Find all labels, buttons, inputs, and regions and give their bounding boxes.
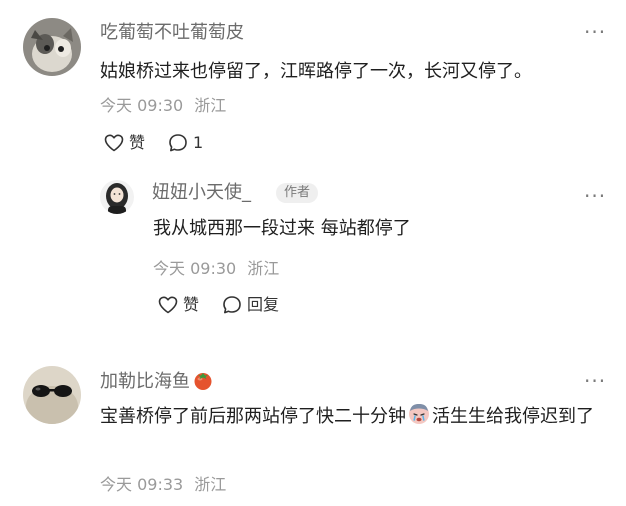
avatar[interactable]: [23, 366, 81, 424]
reply-username[interactable]: 妞妞小天使_: [152, 181, 251, 205]
heart-icon: [158, 296, 178, 314]
reply-meta: 今天 09:30 浙江: [153, 259, 279, 279]
tomato-icon: [194, 373, 212, 390]
comment-username[interactable]: 加勒比海鱼: [100, 369, 214, 394]
like-button[interactable]: 赞: [104, 132, 145, 154]
reply-count: 1: [193, 133, 204, 152]
avatar[interactable]: [100, 180, 134, 214]
username-text: 加勒比海鱼: [100, 371, 190, 392]
comment-time: 今天 09:33: [100, 475, 184, 494]
reply-label: 回复: [247, 295, 280, 314]
comment-location: 浙江: [194, 475, 227, 494]
comment-username[interactable]: 吃葡萄不吐葡萄皮: [100, 21, 244, 45]
more-options-icon[interactable]: ···: [584, 22, 606, 42]
comment-text-part2: 活生生给我停迟到了: [432, 406, 594, 427]
like-label: 赞: [129, 133, 146, 152]
comment-meta: 今天 09:33 浙江: [100, 475, 226, 495]
comment-text: 宝善桥停了前后那两站停了快二十分钟 活生生给我停迟到了: [100, 402, 605, 432]
cat-avatar-icon: [23, 18, 81, 76]
girl-avatar-icon: [100, 180, 134, 214]
author-badge: 作者: [276, 183, 319, 203]
sunglasses-avatar-icon: [23, 366, 81, 424]
comment-list: 吃葡萄不吐葡萄皮 ··· 姑娘桥过来也停留了，江晖路停了一次，长河又停了。 今天…: [0, 0, 626, 506]
reply-text: 我从城西那一段过来 每站都停了: [153, 218, 411, 239]
like-label: 赞: [183, 295, 200, 314]
reply-location: 浙江: [247, 259, 280, 278]
like-button[interactable]: 赞: [158, 294, 199, 316]
reply-button[interactable]: 回复: [222, 294, 279, 316]
more-options-icon[interactable]: ···: [584, 186, 606, 206]
comment-location: 浙江: [194, 96, 227, 115]
comment-bubble-icon: [169, 134, 187, 152]
heart-icon: [104, 134, 124, 152]
comment-meta: 今天 09:30 浙江: [100, 96, 226, 116]
comment-time: 今天 09:30: [100, 96, 184, 115]
comment-text-part1: 宝善桥停了前后那两站停了快二十分钟: [100, 406, 406, 427]
comment-text: 姑娘桥过来也停留了，江晖路停了一次，长河又停了。: [100, 61, 532, 82]
avatar[interactable]: [23, 18, 81, 76]
reply-count-button[interactable]: 1: [168, 132, 203, 154]
crying-face-icon: [409, 404, 429, 424]
comment-bubble-icon: [223, 296, 241, 314]
reply-time: 今天 09:30: [153, 259, 237, 278]
more-options-icon[interactable]: ···: [584, 371, 606, 391]
